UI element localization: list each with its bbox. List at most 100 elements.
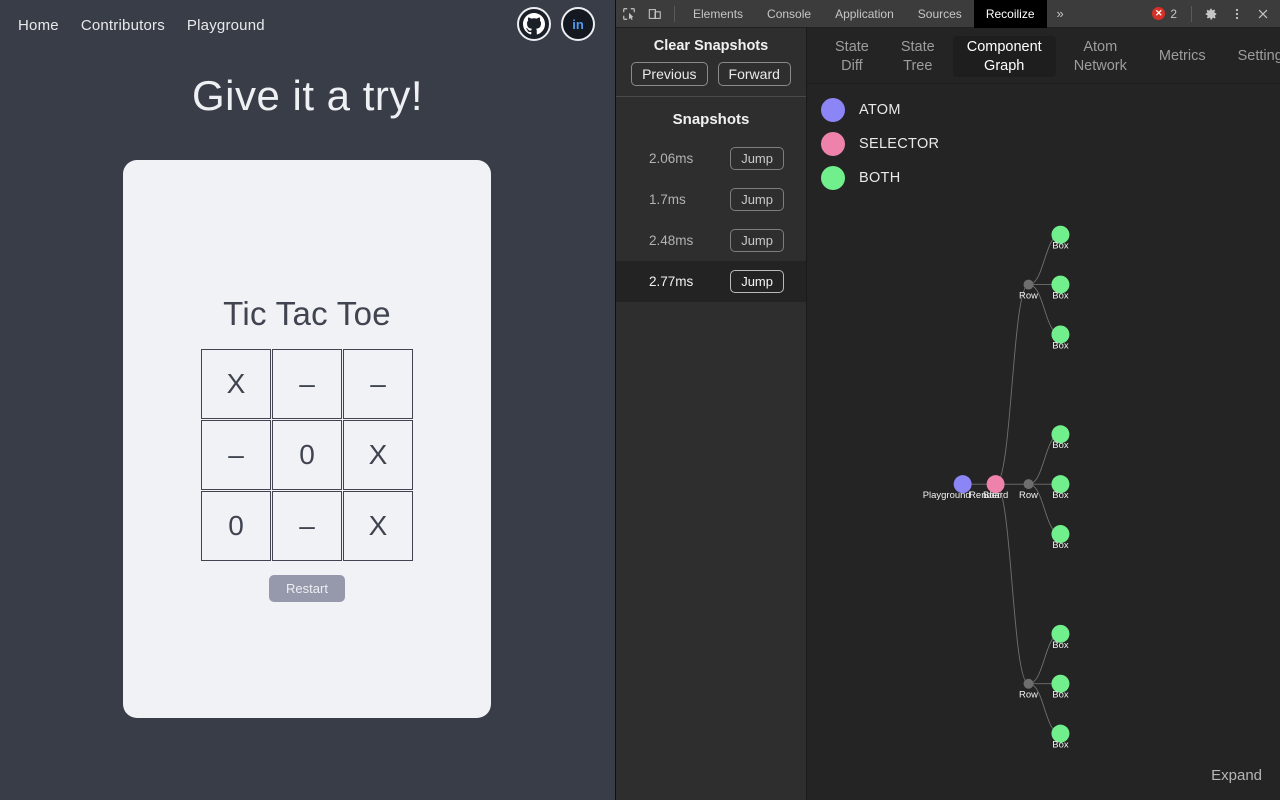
jump-button[interactable]: Jump — [730, 229, 784, 252]
tic-tac-toe-board: X – – – 0 X 0 – X — [196, 349, 418, 561]
previous-button[interactable]: Previous — [631, 62, 708, 86]
graph-node-label: Box — [1052, 340, 1069, 351]
social-links: in — [517, 7, 595, 41]
tab-settings[interactable]: Settings — [1224, 36, 1280, 77]
board-cell[interactable]: 0 — [272, 420, 342, 490]
devtools-body: Clear Snapshots Previous Forward Snapsho… — [616, 28, 1280, 800]
graph-node-label: Board — [983, 490, 1008, 501]
recoilize-sub-tabs: State Diff State Tree Component Graph At… — [807, 28, 1280, 84]
board-cell[interactable]: – — [272, 349, 342, 419]
restart-button[interactable]: Restart — [269, 575, 345, 602]
toolbar-divider — [674, 5, 675, 22]
tab-state-tree-line2: Tree — [903, 57, 933, 74]
site-navbar: Home Contributors Playground in — [0, 0, 615, 50]
snapshots-list: 2.06ms Jump 1.7ms Jump 2.48ms Jump 2.77m… — [616, 138, 806, 302]
board-cell[interactable]: X — [201, 349, 271, 419]
snapshot-row-selected[interactable]: 2.77ms Jump — [616, 261, 806, 302]
tab-atom-network-line1: Atom — [1083, 39, 1118, 56]
tab-component-graph-line1: Component — [966, 39, 1042, 56]
component-graph-panel: State Diff State Tree Component Graph At… — [807, 28, 1280, 800]
tab-state-diff-line1: State — [835, 39, 869, 56]
kebab-menu-icon[interactable] — [1224, 1, 1250, 27]
page-title: Give it a try! — [191, 72, 424, 119]
close-icon[interactable] — [1250, 1, 1276, 27]
gear-icon[interactable] — [1198, 1, 1224, 27]
devtools-window: Elements Console Application Sources Rec… — [615, 0, 1280, 800]
snapshot-time: 2.48ms — [649, 233, 694, 248]
graph-node[interactable] — [1023, 279, 1034, 290]
board-cell[interactable]: X — [343, 491, 413, 561]
graph-node-label: Box — [1052, 690, 1069, 701]
forward-button[interactable]: Forward — [717, 62, 791, 86]
tab-component-graph[interactable]: Component Graph — [952, 36, 1056, 77]
snapshot-row[interactable]: 2.06ms Jump — [616, 138, 806, 179]
inspect-element-icon[interactable] — [616, 1, 642, 27]
graph-node-label: Box — [1052, 291, 1069, 302]
graph-node-label: Row — [1019, 291, 1038, 302]
nav-link-contributors[interactable]: Contributors — [81, 17, 165, 34]
snapshot-time: 2.06ms — [649, 151, 694, 166]
tab-state-tree[interactable]: State Tree — [887, 36, 949, 77]
graph-node-label: Box — [1052, 440, 1069, 451]
graph-node[interactable] — [1023, 678, 1034, 689]
nav-link-playground[interactable]: Playground — [187, 17, 265, 34]
app-root: Home Contributors Playground in Give it … — [0, 0, 1280, 800]
graph-node-label: Playground — [923, 490, 971, 501]
tab-state-tree-line1: State — [900, 39, 935, 56]
github-icon[interactable] — [517, 7, 551, 41]
error-icon: ✕ — [1152, 7, 1166, 20]
tab-elements[interactable]: Elements — [681, 0, 755, 28]
graph-edge — [995, 284, 1029, 485]
devtools-tabs: Elements Console Application Sources Rec… — [681, 0, 1047, 28]
board-cell[interactable]: 0 — [201, 491, 271, 561]
board-cell[interactable]: – — [272, 491, 342, 561]
component-graph-canvas[interactable]: PlaygroundRenderBoardRowBoxBoxBoxRowBoxB… — [807, 84, 1280, 800]
clear-snapshots-title[interactable]: Clear Snapshots — [616, 28, 806, 62]
graph-node-label: Box — [1052, 540, 1069, 551]
jump-button[interactable]: Jump — [730, 188, 784, 211]
tab-atom-network[interactable]: Atom Network — [1060, 36, 1141, 77]
snapshots-panel: Clear Snapshots Previous Forward Snapsho… — [616, 28, 807, 800]
snapshot-time: 1.7ms — [649, 192, 686, 207]
tab-state-diff-line2: Diff — [841, 57, 863, 74]
graph-node-label: Box — [1052, 490, 1069, 501]
tab-metrics[interactable]: Metrics — [1145, 36, 1220, 77]
snapshots-title: Snapshots — [672, 111, 750, 128]
toolbar-divider-2 — [1191, 5, 1192, 22]
graph-node-label: Row — [1019, 690, 1038, 701]
error-count: 2 — [1170, 6, 1177, 21]
graph-node-label: Box — [1052, 241, 1069, 252]
device-toolbar-icon[interactable] — [642, 1, 668, 27]
jump-button[interactable]: Jump — [730, 147, 784, 170]
snapshot-nav-buttons: Previous Forward — [616, 62, 806, 96]
graph-node-label: Box — [1052, 740, 1069, 751]
snapshot-row[interactable]: 2.48ms Jump — [616, 220, 806, 261]
tab-application[interactable]: Application — [823, 0, 906, 28]
tab-component-graph-line2: Graph — [984, 57, 1025, 74]
tab-console[interactable]: Console — [755, 0, 823, 28]
linkedin-icon[interactable]: in — [561, 7, 595, 41]
board-cell[interactable]: – — [343, 349, 413, 419]
tab-recoilize[interactable]: Recoilize — [973, 0, 1047, 28]
graph-node[interactable] — [1023, 479, 1034, 490]
nav-link-home[interactable]: Home — [18, 17, 59, 34]
linkedin-label: in — [572, 16, 584, 32]
jump-button[interactable]: Jump — [730, 270, 784, 293]
snapshot-time: 2.77ms — [649, 274, 694, 289]
devtools-toolbar: Elements Console Application Sources Rec… — [616, 0, 1280, 28]
graph-node-label: Row — [1019, 490, 1038, 501]
board-cell[interactable]: – — [201, 420, 271, 490]
graph-edge — [995, 483, 1029, 685]
more-tabs-icon[interactable]: » — [1047, 6, 1074, 21]
toolbar-right-actions: ✕ 2 — [1144, 1, 1280, 27]
graph-node-label: Box — [1052, 640, 1069, 651]
tab-sources[interactable]: Sources — [906, 0, 974, 28]
snapshot-row[interactable]: 1.7ms Jump — [616, 179, 806, 220]
game-card: Tic Tac Toe X – – – 0 X 0 – X Restart — [123, 160, 491, 718]
game-title: Tic Tac Toe — [223, 295, 391, 332]
error-badge[interactable]: ✕ 2 — [1144, 7, 1185, 21]
expand-button[interactable]: Expand — [1211, 767, 1262, 784]
restart-row: Restart — [123, 575, 491, 602]
board-cell[interactable]: X — [343, 420, 413, 490]
tab-state-diff[interactable]: State Diff — [821, 36, 883, 77]
